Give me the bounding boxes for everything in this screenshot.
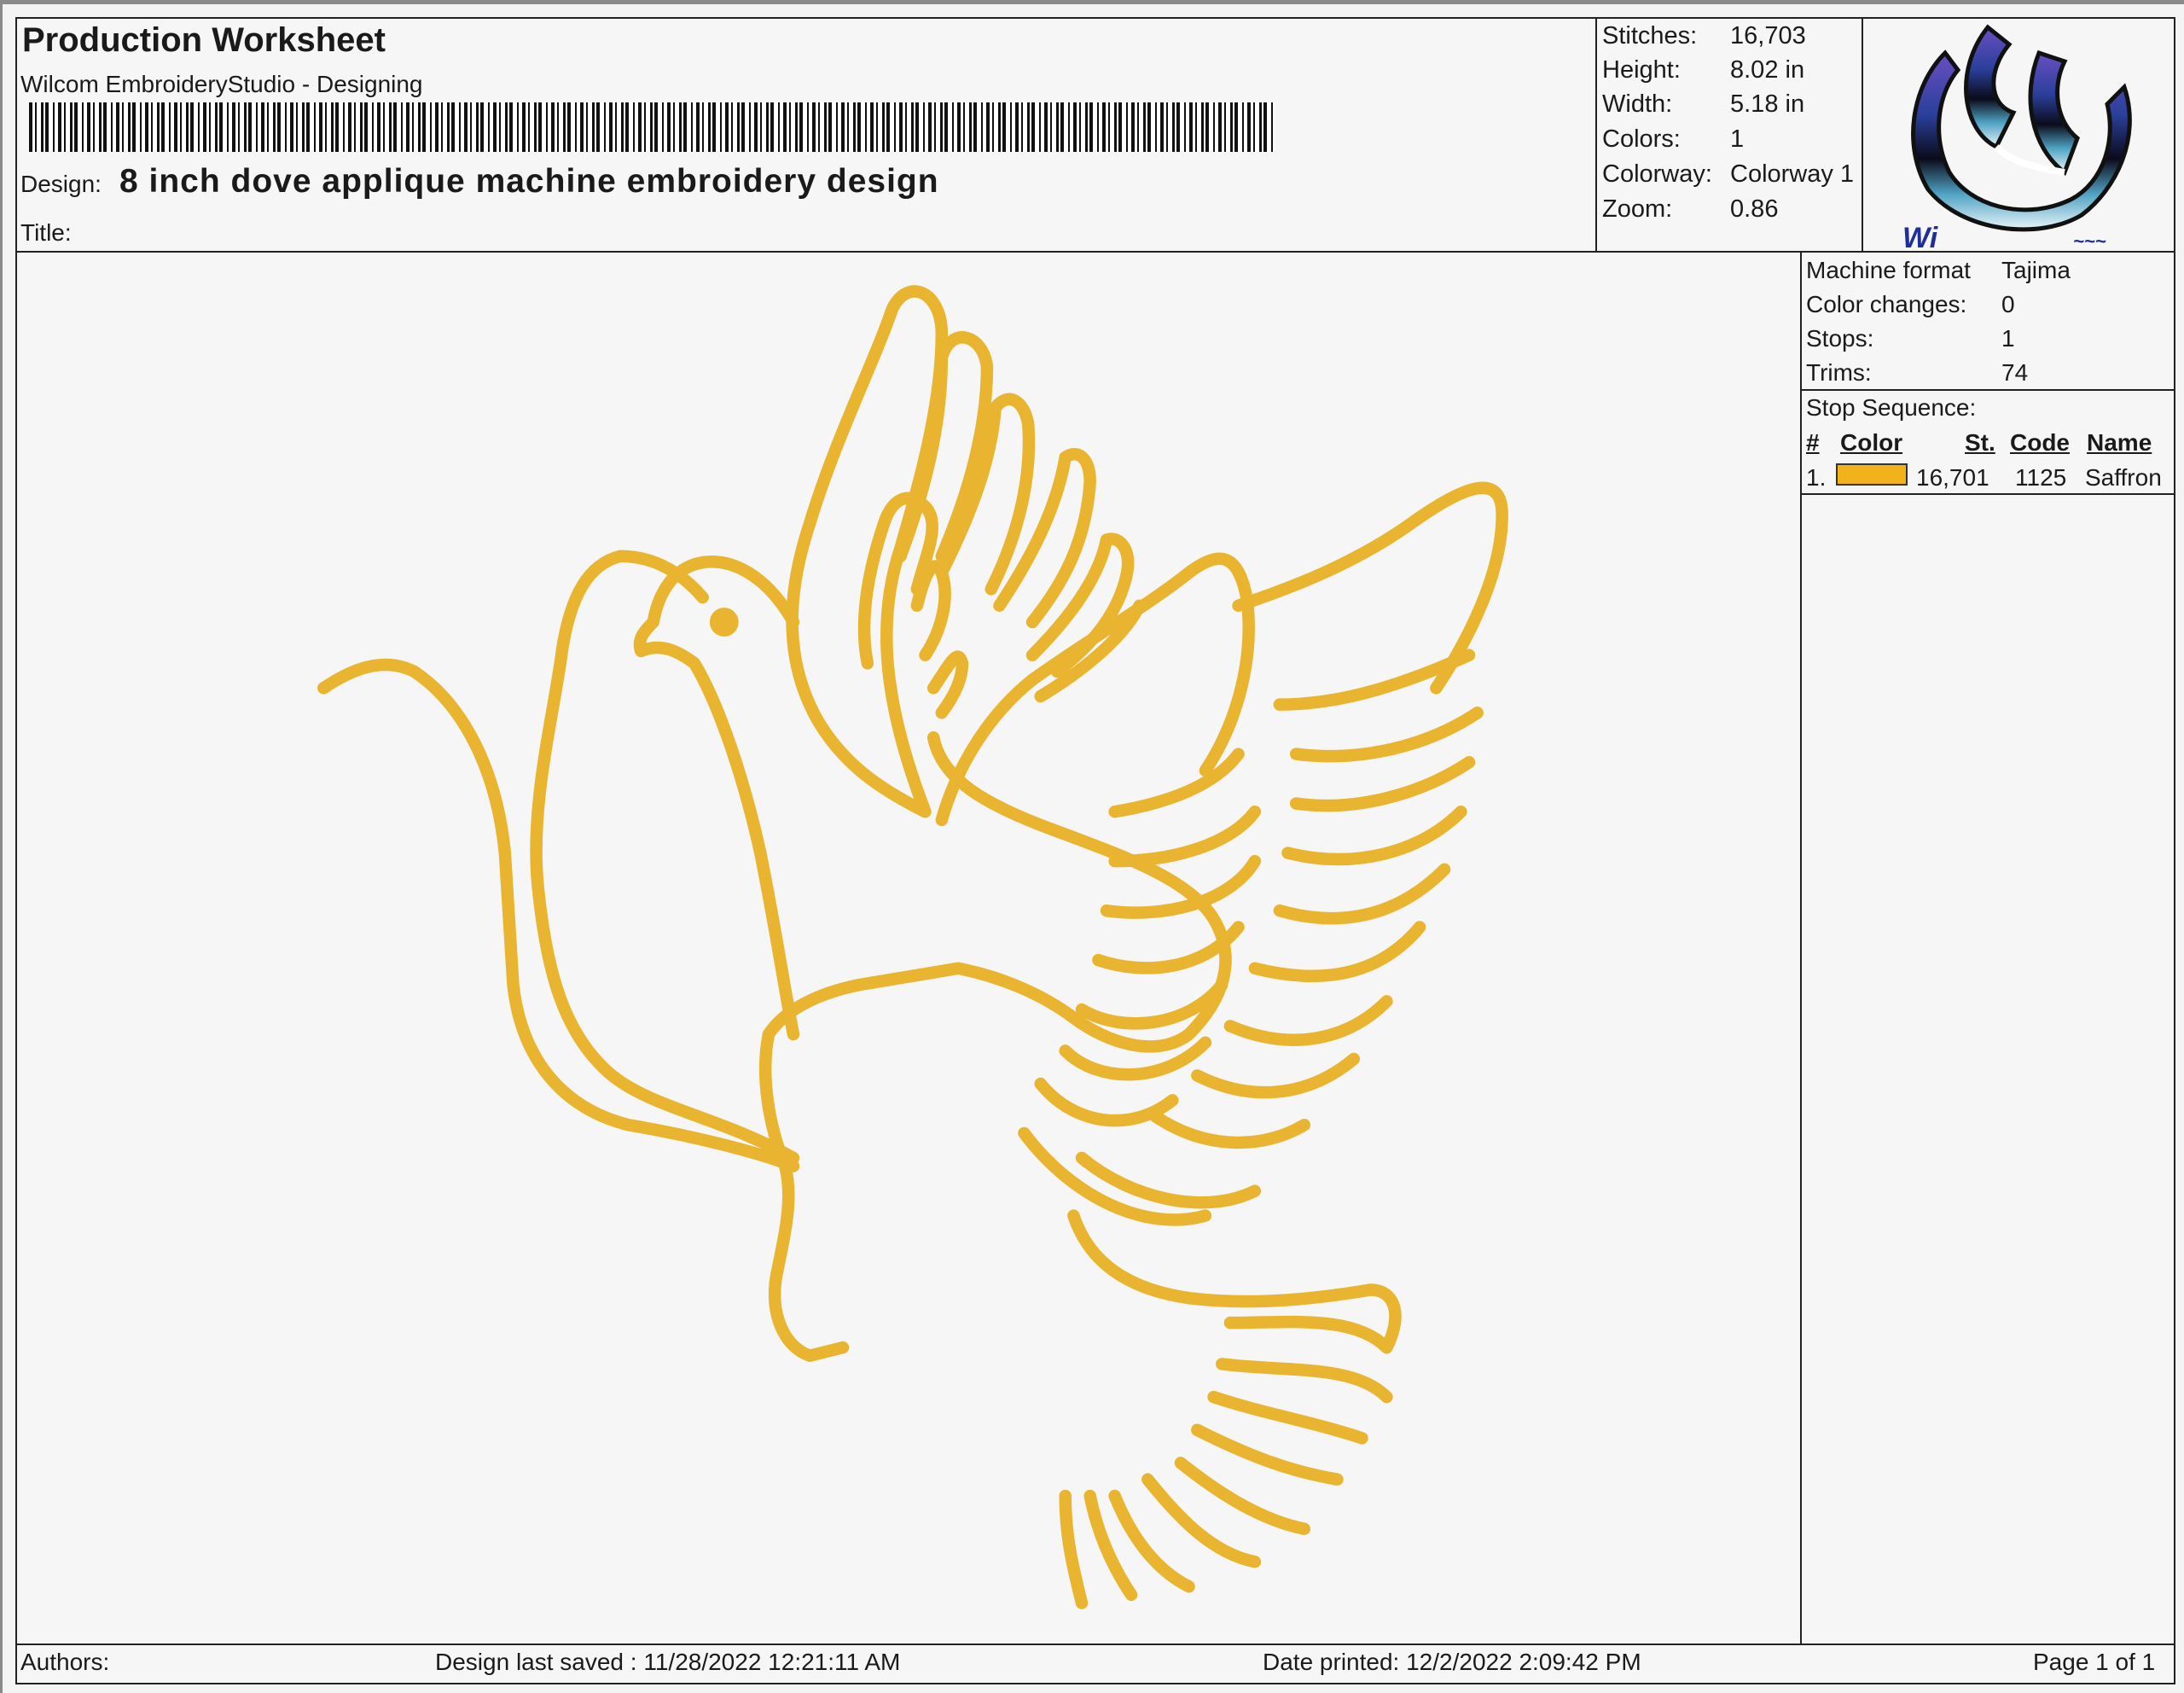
seq-row-num: 1. [1806,464,1827,491]
color-changes-value: 0 [2001,291,2015,317]
height-label: Height: [1602,56,1681,84]
stitches-label: Stitches: [1602,22,1698,49]
width-value: 5.18 in [1730,90,1805,118]
colorway-label: Colorway: [1602,160,1712,188]
color-swatch [1836,463,1908,486]
seq-header-st: St. [1965,429,1995,456]
seq-row-name: Saffron [2085,464,2162,491]
color-changes-label: Color changes: [1806,291,1967,317]
app-name: Wilcom EmbroideryStudio - Designing [20,71,423,97]
dove-eye [709,608,739,637]
stitches-value: 16,703 [1730,22,1806,49]
dove-embroidery-design [317,285,1508,1609]
page-number: Page 1 of 1 [2033,1649,2156,1675]
trims-label: Trims: [1806,359,1872,386]
stops-label: Stops: [1806,325,1874,352]
machine-format-value: Tajima [2001,257,2071,283]
wilcom-logo-icon: Wi ~~~ [1902,24,2132,249]
colorway-value: Colorway 1 [1730,160,1855,188]
height-value: 8.02 in [1730,56,1805,84]
authors-label: Authors: [20,1649,110,1675]
header-divider [15,251,2175,253]
svg-text:~~~: ~~~ [2073,230,2106,249]
colors-value: 1 [1730,125,1745,153]
last-saved: Design last saved : 11/28/2022 12:21:11 … [435,1649,901,1675]
design-label: Design: [20,171,102,197]
machine-format-label: Machine format [1806,257,1971,283]
sidebar-divider [1800,251,1802,1645]
seq-header-name: Name [2087,429,2152,456]
stops-value: 1 [2001,325,2015,352]
trims-value: 74 [2001,359,2029,386]
seq-header-code: Code [2010,429,2070,456]
page-title: Production Worksheet [22,21,386,59]
footer-divider [15,1644,2175,1645]
svg-text:Wi: Wi [1902,222,1939,249]
stop-sequence-label: Stop Sequence: [1806,394,1977,421]
stats-divider-right [1862,17,1863,253]
machine-divider [1800,389,2175,391]
seq-header-color: Color [1840,429,1903,456]
design-name: 8 inch dove applique machine embroidery … [119,163,939,200]
sequence-divider [1800,493,2175,495]
seq-header-num: # [1806,429,1820,456]
design-barcode [29,102,1275,152]
dove-back-wing-outline [786,285,949,818]
colors-label: Colors: [1602,125,1681,153]
zoom-value: 0.86 [1730,195,1779,223]
zoom-label: Zoom: [1602,195,1673,223]
seq-row-code: 1125 [2015,464,2067,491]
title-label: Title: [20,219,72,246]
stats-divider-left [1595,17,1597,253]
seq-row-st: 16,701 [1916,464,1989,491]
width-label: Width: [1602,90,1673,118]
date-printed: Date printed: 12/2/2022 2:09:42 PM [1263,1649,1641,1675]
